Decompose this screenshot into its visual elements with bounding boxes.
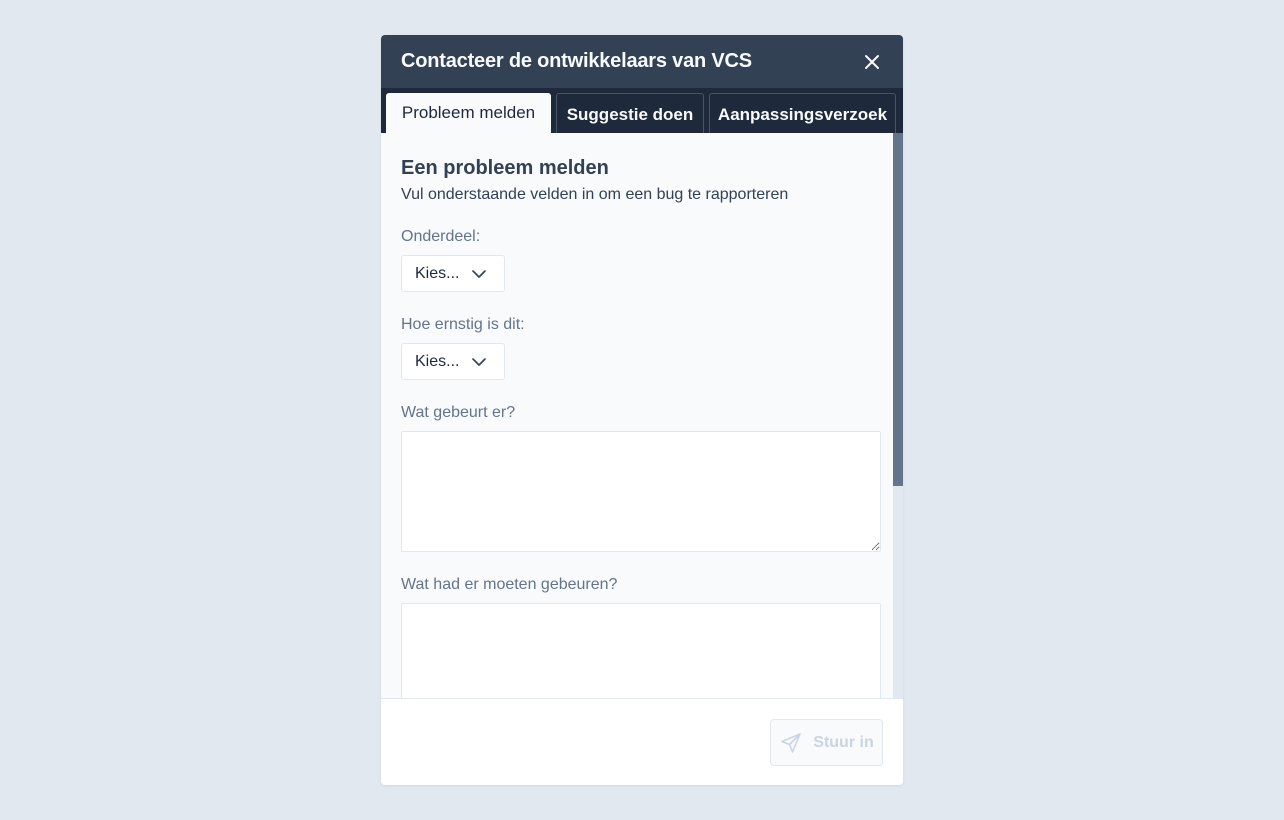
component-label: Onderdeel: (401, 228, 481, 245)
what-happens-textarea[interactable] (401, 431, 881, 552)
severity-select-value: Kies... (415, 352, 460, 370)
what-happens-field: Wat gebeurt er? (401, 404, 881, 552)
tab-aanpassingsverzoek[interactable]: Aanpassingsverzoek (709, 93, 896, 133)
form-title: Een probleem melden (401, 157, 609, 179)
scrollbar[interactable] (893, 133, 903, 698)
severity-select[interactable]: Kies... (401, 343, 505, 380)
chevron-down-icon (472, 267, 487, 281)
contact-dialog: Contacteer de ontwikkelaars van VCS Prob… (381, 35, 903, 785)
close-button[interactable] (861, 51, 883, 73)
component-select-value: Kies... (415, 264, 460, 282)
scrollbar-thumb[interactable] (893, 133, 903, 486)
severity-field: Hoe ernstig is dit: Kies... (401, 316, 873, 380)
dialog-footer: Stuur in (381, 698, 903, 785)
tab-bar: Probleem melden Suggestie doen Aanpassin… (381, 88, 903, 133)
dialog-header: Contacteer de ontwikkelaars van VCS (381, 35, 903, 88)
what-happens-label: Wat gebeurt er? (401, 404, 516, 421)
form-panel[interactable]: Een probleem melden Vul onderstaande vel… (381, 133, 893, 698)
chevron-down-icon (472, 355, 487, 369)
submit-button[interactable]: Stuur in (770, 719, 883, 766)
component-field: Onderdeel: Kies... (401, 228, 873, 292)
dialog-title: Contacteer de ontwikkelaars van VCS (401, 50, 752, 72)
component-select[interactable]: Kies... (401, 255, 505, 292)
expected-field: Wat had er moeten gebeuren? (401, 576, 881, 698)
submit-label: Stuur in (813, 733, 874, 751)
expected-textarea[interactable] (401, 603, 881, 698)
form-subtitle: Vul onderstaande velden in om een bug te… (401, 186, 789, 203)
tab-probleem-melden[interactable]: Probleem melden (386, 93, 551, 133)
close-icon (865, 54, 879, 69)
severity-label: Hoe ernstig is dit: (401, 316, 525, 333)
tab-suggestie-doen[interactable]: Suggestie doen (556, 93, 704, 133)
send-icon (781, 732, 802, 753)
expected-label: Wat had er moeten gebeuren? (401, 576, 618, 593)
